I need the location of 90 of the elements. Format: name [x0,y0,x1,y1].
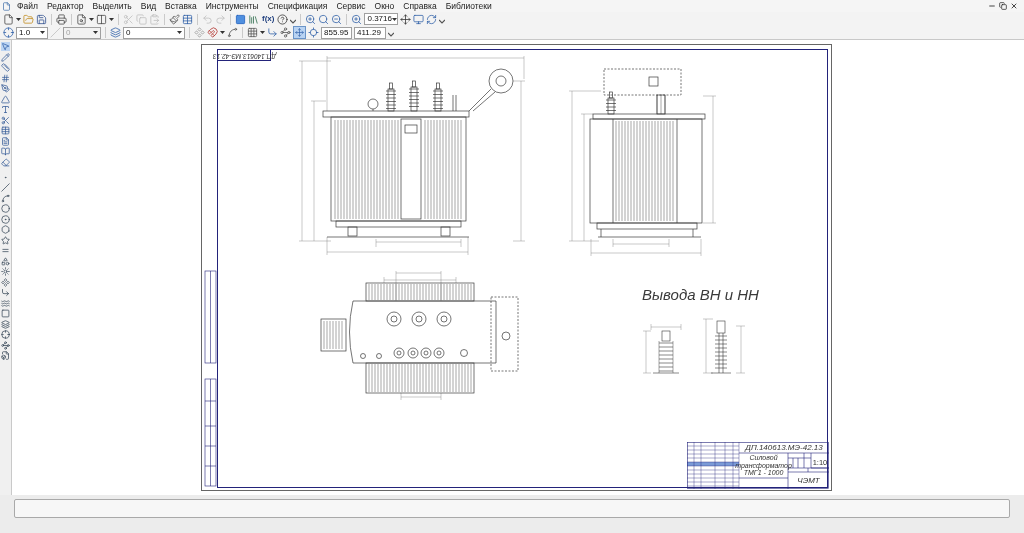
triangle-icon[interactable] [1,94,10,104]
y-coordinate-field[interactable]: 411.29 [354,26,386,39]
menu-item[interactable]: Файл [17,1,38,11]
circle-center-icon[interactable] [1,214,10,224]
rectangle-icon[interactable] [1,309,10,318]
menu-item[interactable]: Библиотеки [445,1,492,11]
shapes-icon[interactable] [1,256,10,266]
pencil-icon[interactable] [1,52,10,62]
line-icon[interactable] [1,183,10,192]
magnet-icon[interactable] [207,27,218,38]
hexagon-icon[interactable] [1,225,10,234]
caret-icon[interactable] [40,31,45,34]
eraser-icon[interactable] [1,157,10,167]
curve-icon[interactable] [227,27,238,38]
new-document-icon[interactable] [3,13,14,25]
waypoints-icon[interactable] [1,340,10,350]
caret-icon[interactable] [16,17,21,21]
menu-item[interactable]: Выделить [92,1,132,11]
preview-icon[interactable] [76,13,87,25]
layers-icon[interactable] [110,27,121,38]
caret-icon[interactable] [220,31,225,34]
corner-arrow-icon[interactable] [1,288,10,297]
menu-item[interactable]: Окно [374,1,395,11]
zoom-icon[interactable] [351,13,363,25]
refresh-icon[interactable] [426,13,438,25]
help-icon[interactable] [277,13,289,25]
crosshair-icon[interactable] [1,330,10,339]
caret-icon[interactable] [89,17,94,21]
layers-icon[interactable] [1,319,10,329]
letter-icon[interactable] [1,105,10,114]
grid-icon[interactable] [247,27,258,38]
toolbar-overflow-icon[interactable] [439,19,446,25]
document-icon[interactable] [1,136,10,146]
zoom-field[interactable]: 0.3716 [364,13,399,25]
toolbar-overflow-icon[interactable] [388,32,394,38]
minimize-icon[interactable] [988,2,996,10]
ruler-icon[interactable] [1,63,10,72]
monitor-icon[interactable] [413,13,425,25]
square-icon[interactable] [235,13,246,25]
menu-item[interactable]: Спецификация [267,1,328,11]
table-icon[interactable] [1,126,10,135]
caret-icon[interactable] [177,31,182,34]
menu-item[interactable]: Редактор [46,1,84,11]
designation-text: ДП.140613.МЭ-42.13 [743,443,824,452]
coordinates-icon[interactable] [308,27,319,38]
x-coordinate-field[interactable]: 855.95 [321,26,352,39]
toolbar-overflow-icon[interactable] [290,19,297,25]
menu-item[interactable]: Вставка [165,1,197,11]
pan-icon[interactable] [400,13,412,25]
pointer-icon[interactable] [1,42,10,51]
caret-icon[interactable] [260,31,265,34]
scissors-icon[interactable] [1,115,10,125]
zoom-out-icon[interactable] [331,13,343,25]
document-icon[interactable] [2,1,11,11]
brush-icon[interactable] [169,13,180,25]
move-arrows-icon [295,28,304,37]
waypoints-icon[interactable] [280,27,291,38]
menu-item[interactable]: Сервис [336,1,366,11]
restore-icon[interactable] [999,2,1007,10]
sun-icon[interactable] [1,267,10,276]
library-icon[interactable] [248,13,259,25]
zoom-window-icon[interactable] [318,13,330,25]
component-icon[interactable] [1,277,10,287]
organization-text: ЧЭМТ [796,476,821,485]
curve-icon[interactable] [1,193,10,203]
caret-icon[interactable] [391,17,397,21]
save-icon[interactable] [36,13,47,25]
columns-icon[interactable] [96,13,107,25]
table-icon[interactable] [182,13,193,25]
menu-item[interactable]: Инструменты [205,1,259,11]
star-icon[interactable] [1,235,10,245]
wave-icon[interactable] [1,298,10,308]
menu-item[interactable]: Справка [403,1,437,11]
layer-field[interactable]: 0 [123,26,185,39]
function-button[interactable]: f(x) [261,15,276,23]
hash-icon[interactable] [1,73,10,83]
pen-icon[interactable] [1,84,10,93]
printer-icon[interactable] [56,13,67,25]
parallel-lines-icon[interactable] [1,246,10,255]
zoom-in-icon[interactable] [305,13,317,25]
view-caption: Вывода ВН и НН [642,287,759,302]
file-icon[interactable] [1,351,10,360]
caret-icon[interactable] [109,17,114,21]
close-icon[interactable] [1010,2,1018,10]
book-icon[interactable] [1,147,10,156]
circle-icon[interactable] [1,204,10,213]
step-field[interactable]: 1.0 [16,26,48,39]
snap-button[interactable] [293,26,306,39]
grid-origin-icon[interactable] [3,27,14,38]
menu-item[interactable]: Вид [140,1,157,11]
